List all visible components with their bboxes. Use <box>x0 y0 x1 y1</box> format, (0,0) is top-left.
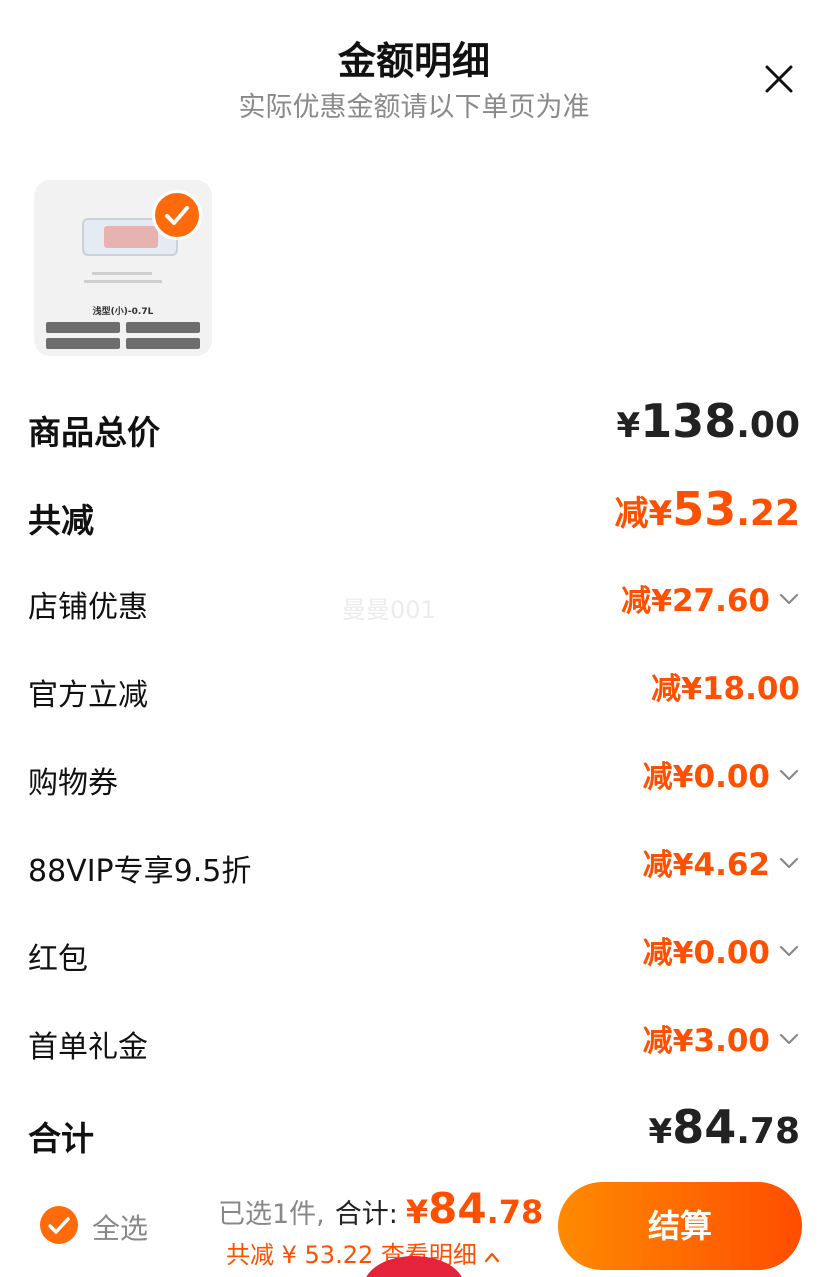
currency-symbol: ¥ <box>648 494 673 534</box>
product-image-caption: 浅型(小)-0.7L <box>92 307 154 317</box>
currency-symbol: ¥ <box>672 760 694 795</box>
currency-symbol: ¥ <box>672 936 694 971</box>
product-image-tag <box>126 338 200 349</box>
breakdown-row: 合计 ¥84.78 <box>28 1100 800 1164</box>
chevron-up-icon <box>484 1252 499 1263</box>
discount-prefix: 减 <box>642 936 673 971</box>
amount-decimal: .00 <box>745 671 800 707</box>
amount-integer: 27 <box>671 583 716 619</box>
currency-symbol: ¥ <box>648 1112 673 1152</box>
chevron-down-icon[interactable] <box>778 1032 800 1046</box>
chevron-down-icon[interactable] <box>778 944 800 958</box>
amount-integer: 0 <box>693 759 716 795</box>
breakdown-row-label: 店铺优惠 <box>28 590 148 625</box>
modal-header: 金额明细 实际优惠金额请以下单页为准 <box>0 0 828 140</box>
discount-prefix: 减 <box>651 672 682 707</box>
page-title: 金额明细 <box>337 39 490 83</box>
breakdown-row-label: 购物券 <box>28 766 118 801</box>
chevron-down-icon[interactable] <box>778 768 800 782</box>
total-currency: ¥ <box>405 1193 429 1231</box>
amount-integer: 53 <box>672 482 737 536</box>
product-image-contents <box>104 226 158 248</box>
breakdown-row-amount: 减¥53.22 <box>615 482 800 536</box>
currency-symbol: ¥ <box>651 584 672 619</box>
currency-symbol: ¥ <box>672 848 694 883</box>
product-image-tag <box>46 322 120 333</box>
product-image-tag <box>46 338 120 349</box>
total-amount-decimal: .78 <box>486 1193 544 1231</box>
amount-decimal: .22 <box>736 493 800 534</box>
discount-prefix: 减 <box>642 760 673 795</box>
breakdown-row-amount: 减¥0.00 <box>643 752 770 796</box>
breakdown-row[interactable]: 购物券 减¥0.00 <box>28 750 800 810</box>
breakdown-row-label: 商品总价 <box>28 413 160 452</box>
select-all-check-icon[interactable] <box>40 1206 78 1244</box>
breakdown-row-label: 共减 <box>28 501 94 540</box>
amount-decimal: .78 <box>736 1111 800 1152</box>
amount-integer: 0 <box>693 935 716 971</box>
amount-integer: 84 <box>672 1100 737 1154</box>
page-subtitle: 实际优惠金额请以下单页为准 <box>238 92 590 123</box>
amount-decimal: .00 <box>715 759 770 795</box>
view-discount-detail-link[interactable]: 共减 ¥ 53.22 查看明细 <box>226 1235 501 1270</box>
amount-decimal: .00 <box>715 1023 770 1059</box>
breakdown-row-label: 合计 <box>28 1119 94 1158</box>
breakdown-row-label: 红包 <box>28 942 88 977</box>
discount-prefix: 减 <box>621 584 652 619</box>
breakdown-row-label: 首单礼金 <box>28 1030 148 1065</box>
amount-decimal: .62 <box>715 847 770 883</box>
currency-symbol: ¥ <box>681 672 702 707</box>
discount-prefix: 减 <box>614 494 649 534</box>
amount-decimal: .00 <box>736 405 800 446</box>
amount-integer: 18 <box>701 671 746 707</box>
product-image-tag <box>126 322 200 333</box>
selected-count: 已选1件, <box>218 1199 325 1230</box>
breakdown-row: 共减 减¥53.22 <box>28 482 800 546</box>
breakdown-row[interactable]: 红包 减¥0.00 <box>28 926 800 986</box>
breakdown-row: 官方立减 减¥18.00 <box>28 662 800 722</box>
chevron-down-icon[interactable] <box>778 592 800 606</box>
select-all-label[interactable]: 全选 <box>92 1207 148 1247</box>
breakdown-row-label: 官方立减 <box>28 678 148 713</box>
breakdown-row-amount: 减¥3.00 <box>643 1016 770 1060</box>
breakdown-row[interactable]: 首单礼金 减¥3.00 <box>28 1014 800 1074</box>
order-summary: 已选1件, 合计: ¥84.78 <box>218 1184 543 1233</box>
discount-prefix: 减 <box>642 848 673 883</box>
close-icon[interactable] <box>758 58 800 100</box>
total-label: 合计: <box>334 1199 398 1230</box>
discount-prefix: 减 <box>642 1024 673 1059</box>
breakdown-row-amount: ¥84.78 <box>649 1100 800 1154</box>
amount-decimal: .00 <box>715 935 770 971</box>
product-selected-check-icon[interactable] <box>152 190 202 240</box>
amount-integer: 138 <box>640 394 737 448</box>
breakdown-row-amount: 减¥27.60 <box>621 576 770 620</box>
currency-symbol: ¥ <box>616 406 641 446</box>
product-image-text-line <box>84 280 162 283</box>
chevron-down-icon[interactable] <box>778 856 800 870</box>
breakdown-row-label: 88VIP专享9.5折 <box>28 854 252 889</box>
watermark: 曼曼001 <box>342 596 436 624</box>
breakdown-row[interactable]: 88VIP专享9.5折 减¥4.62 <box>28 838 800 898</box>
amount-integer: 4 <box>693 847 716 883</box>
breakdown-row-amount: 减¥4.62 <box>643 840 770 884</box>
amount-decimal: .60 <box>715 583 770 619</box>
breakdown-row-amount: ¥138.00 <box>617 394 800 448</box>
amount-integer: 3 <box>693 1023 716 1059</box>
checkout-button[interactable]: 结算 <box>558 1182 802 1270</box>
breakdown-row: 商品总价 ¥138.00 <box>28 394 800 458</box>
total-amount-integer: 84 <box>428 1184 487 1233</box>
breakdown-row-amount: 减¥18.00 <box>651 664 800 708</box>
product-image-text-line <box>92 272 152 275</box>
breakdown-row-amount: 减¥0.00 <box>643 928 770 972</box>
currency-symbol: ¥ <box>672 1024 694 1059</box>
